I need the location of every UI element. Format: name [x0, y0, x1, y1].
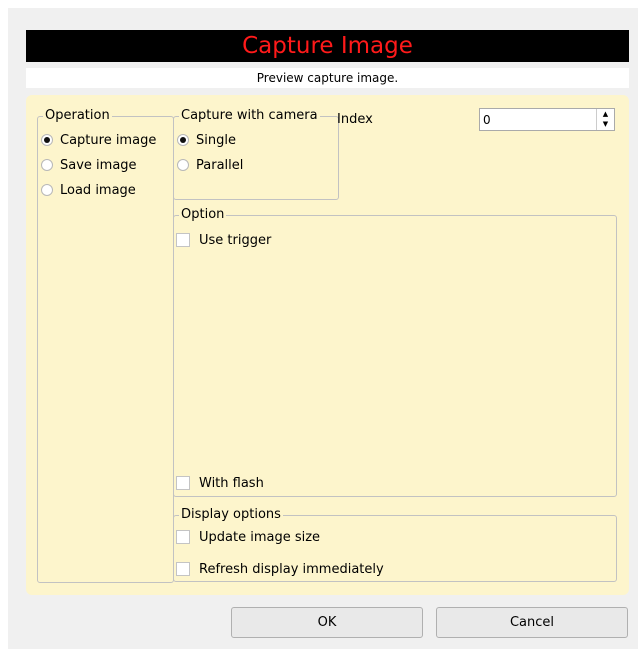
option-label: Parallel [196, 157, 244, 173]
option-group: Option [173, 207, 617, 497]
title-bar: Capture Image [26, 30, 629, 62]
operation-load-image-radio[interactable]: Load image [41, 181, 136, 199]
option-legend: Option [179, 207, 227, 223]
operation-capture-image-radio[interactable]: Capture image [41, 131, 156, 149]
radio-icon [41, 184, 53, 196]
with-flash-checkbox[interactable]: With flash [176, 474, 264, 492]
radio-icon [177, 134, 189, 146]
checkbox-label: With flash [199, 475, 264, 491]
index-input[interactable] [483, 109, 583, 130]
use-trigger-checkbox[interactable]: Use trigger [176, 231, 271, 249]
option-label: Capture image [60, 132, 157, 148]
checkbox-label: Use trigger [199, 232, 272, 248]
spin-up-icon[interactable]: ▲ [597, 109, 614, 119]
cancel-button[interactable]: Cancel [436, 607, 628, 638]
index-label: Index [337, 112, 373, 127]
update-image-size-checkbox[interactable]: Update image size [176, 528, 320, 546]
capture-parallel-radio[interactable]: Parallel [177, 156, 243, 174]
radio-icon [41, 134, 53, 146]
option-label: Save image [60, 157, 137, 173]
dialog-subtitle: Preview capture image. [26, 68, 629, 88]
option-label: Load image [60, 182, 136, 198]
checkbox-label: Update image size [199, 529, 321, 545]
checkbox-icon [176, 562, 190, 576]
spin-down-icon[interactable]: ▼ [597, 119, 614, 129]
checkbox-icon [176, 530, 190, 544]
display-options-legend: Display options [179, 507, 283, 523]
checkbox-icon [176, 476, 190, 490]
checkbox-label: Refresh display immediately [199, 561, 384, 577]
option-label: Single [196, 132, 236, 148]
ok-button[interactable]: OK [231, 607, 423, 638]
capture-single-radio[interactable]: Single [177, 131, 236, 149]
checkbox-icon [176, 233, 190, 247]
index-spinbox: ▲ ▼ [479, 108, 615, 131]
operation-legend: Operation [43, 108, 112, 124]
operation-save-image-radio[interactable]: Save image [41, 156, 137, 174]
spin-buttons: ▲ ▼ [596, 109, 614, 130]
dialog-title: Capture Image [242, 33, 413, 59]
radio-icon [177, 159, 189, 171]
radio-icon [41, 159, 53, 171]
capture-with-camera-legend: Capture with camera [179, 108, 320, 124]
refresh-display-checkbox[interactable]: Refresh display immediately [176, 560, 384, 578]
